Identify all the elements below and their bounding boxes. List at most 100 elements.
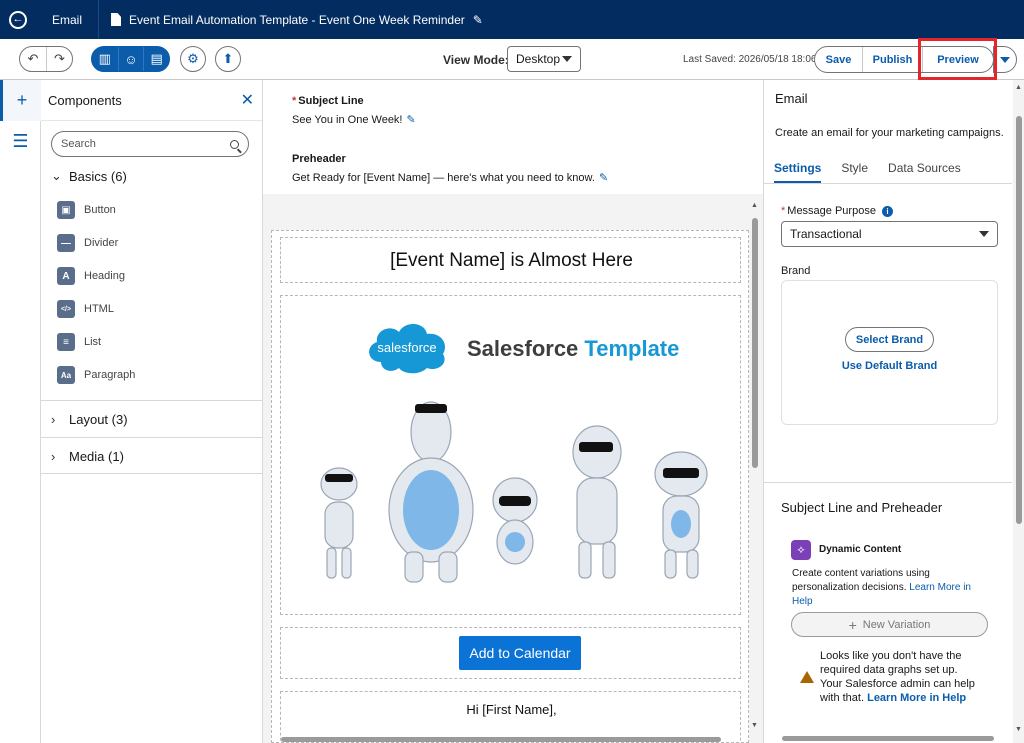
back-arrow-icon: ← xyxy=(9,10,27,29)
use-default-brand-link[interactable]: Use Default Brand xyxy=(782,360,997,372)
component-label: Paragraph xyxy=(84,369,136,381)
panel-description: Create an email for your marketing campa… xyxy=(775,127,1004,139)
search-icon xyxy=(230,139,239,149)
user-upload-icon[interactable]: ⬆ xyxy=(215,46,241,72)
chevron-right-icon: › xyxy=(51,449,56,464)
warning-message: Looks like you don't have the required d… xyxy=(820,650,975,704)
image-block[interactable]: salesforce Salesforce Template xyxy=(280,295,741,615)
preview-button[interactable]: Preview xyxy=(922,47,993,72)
info-icon[interactable]: i xyxy=(881,205,893,217)
section-media[interactable]: › Media (1) xyxy=(41,449,263,464)
components-title: Components xyxy=(48,92,122,108)
scrollbar-thumb[interactable] xyxy=(281,737,721,742)
scroll-up-icon[interactable]: ▲ xyxy=(751,202,758,209)
tab-settings[interactable]: Settings xyxy=(774,156,822,183)
preheader-label: Preheader xyxy=(292,153,346,165)
panel-scrollbar-horizontal[interactable] xyxy=(770,735,1010,742)
more-actions-button[interactable] xyxy=(993,46,1017,73)
panel-title: Email xyxy=(775,91,808,106)
components-header: Components ✕ xyxy=(41,80,262,121)
dynamic-content-title: Dynamic Content xyxy=(819,544,902,555)
canvas-scrollbar-horizontal[interactable] xyxy=(273,736,743,743)
scroll-down-icon[interactable]: ▼ xyxy=(1015,726,1022,733)
component-label: List xyxy=(84,336,102,348)
publish-button[interactable]: Publish xyxy=(862,47,922,72)
scrollbar-thumb[interactable] xyxy=(752,218,758,468)
email-canvas: [Event Name] is Almost Here salesforce S… xyxy=(271,230,749,743)
section-media-label: Media (1) xyxy=(69,449,124,464)
paragraph-icon: Aa xyxy=(57,366,75,384)
scroll-up-icon[interactable]: ▲ xyxy=(1015,84,1022,91)
right-panel-toggle-icon[interactable]: ▤ xyxy=(143,47,169,71)
section-basics[interactable]: ⌄ Basics (6) xyxy=(41,168,263,184)
plus-icon: + xyxy=(848,616,857,633)
edit-title-icon[interactable]: ✎ xyxy=(473,13,483,27)
tab-style[interactable]: Style xyxy=(841,156,868,183)
component-divider[interactable]: — Divider xyxy=(57,234,118,252)
left-rail: + ☰ xyxy=(0,80,41,743)
document-title: Event Email Automation Template - Event … xyxy=(129,12,465,27)
back-button[interactable]: ← xyxy=(0,0,36,39)
brand-label: Brand xyxy=(781,265,811,277)
canvas-scrollbar-vertical[interactable]: ▲ ▼ xyxy=(750,198,760,743)
heading-block[interactable]: [Event Name] is Almost Here xyxy=(280,237,741,283)
scroll-down-icon[interactable]: ▼ xyxy=(751,722,758,729)
add-components-icon[interactable]: + xyxy=(0,80,41,121)
view-mode-select[interactable]: Desktop xyxy=(507,46,581,72)
component-heading[interactable]: A Heading xyxy=(57,267,125,285)
subject-line-field[interactable]: See You in One Week! ✎ xyxy=(292,113,416,126)
app-header: ← Email Event Email Automation Template … xyxy=(0,0,1024,39)
subject-line-label: * Subject Line xyxy=(292,95,364,107)
close-icon[interactable]: ✕ xyxy=(241,90,254,110)
email-meta: * Subject Line See You in One Week! ✎ Preh… xyxy=(263,80,763,194)
section-layout[interactable]: › Layout (3) xyxy=(41,412,263,427)
preheader-value: Get Ready for [Event Name] — here's what… xyxy=(292,172,595,184)
brand-box: Select Brand Use Default Brand xyxy=(781,280,998,425)
scrollbar-thumb[interactable] xyxy=(1016,116,1022,524)
einstein-icon[interactable]: ☺ xyxy=(117,47,144,71)
select-brand-button[interactable]: Select Brand xyxy=(845,327,934,352)
outline-list-icon[interactable]: ☰ xyxy=(0,121,41,162)
chevron-right-icon: › xyxy=(51,412,56,427)
tab-data-sources[interactable]: Data Sources xyxy=(888,156,961,183)
dynamic-content-description: Create content variations using personal… xyxy=(792,568,971,607)
panel-scrollbar-vertical[interactable]: ▲ ▼ xyxy=(1013,80,1024,743)
component-button[interactable]: ▣ Button xyxy=(57,201,116,219)
chevron-down-icon xyxy=(979,231,989,237)
warning-learn-more-link[interactable]: Learn More in Help xyxy=(867,692,966,704)
edit-pencil-icon[interactable]: ✎ xyxy=(599,172,608,184)
component-html[interactable]: </> HTML xyxy=(57,300,114,318)
brand-title: Salesforce Template xyxy=(467,336,680,361)
left-panel-toggle-icon[interactable]: ▥ xyxy=(92,47,118,71)
email-heading: [Event Name] is Almost Here xyxy=(390,250,633,271)
heading-icon: A xyxy=(57,267,75,285)
add-to-calendar-button[interactable]: Add to Calendar xyxy=(459,636,581,670)
document-tab[interactable]: Event Email Automation Template - Event … xyxy=(99,0,495,39)
editor-toolbar: ↶ ↷ ▥ ☺ ▤ ⚙ ⬆ View Mode: Desktop Last Sa… xyxy=(0,39,1024,80)
html-icon: </> xyxy=(57,300,75,318)
divider xyxy=(41,437,263,438)
component-paragraph[interactable]: Aa Paragraph xyxy=(57,366,135,384)
section-basics-label: Basics (6) xyxy=(69,168,127,184)
message-purpose-select[interactable]: Transactional xyxy=(781,221,998,247)
search-placeholder: Search xyxy=(61,138,96,150)
app-tab[interactable]: Email xyxy=(36,0,100,39)
save-button[interactable]: Save xyxy=(815,47,862,72)
subject-section-title: Subject Line and Preheader xyxy=(781,500,943,515)
redo-icon[interactable]: ↷ xyxy=(46,47,72,71)
settings-gear-icon[interactable]: ⚙ xyxy=(180,46,206,72)
app-label: Email xyxy=(52,12,83,27)
salesforce-cloud-logo: salesforce xyxy=(369,323,446,374)
component-list[interactable]: ≡ List xyxy=(57,333,101,351)
button-block[interactable]: Add to Calendar xyxy=(280,627,741,679)
scrollbar-thumb[interactable] xyxy=(782,736,994,741)
undo-icon[interactable]: ↶ xyxy=(20,47,46,71)
panel-tabs: Settings Style Data Sources xyxy=(764,156,1012,184)
component-search-input[interactable]: Search xyxy=(51,131,249,157)
divider xyxy=(41,473,263,474)
action-button-group: Save Publish Preview xyxy=(814,46,994,73)
chevron-down-icon xyxy=(562,56,572,62)
preheader-field[interactable]: Get Ready for [Event Name] — here's what… xyxy=(292,171,608,184)
edit-pencil-icon[interactable]: ✎ xyxy=(407,114,416,126)
logo-text: salesforce xyxy=(377,340,436,355)
